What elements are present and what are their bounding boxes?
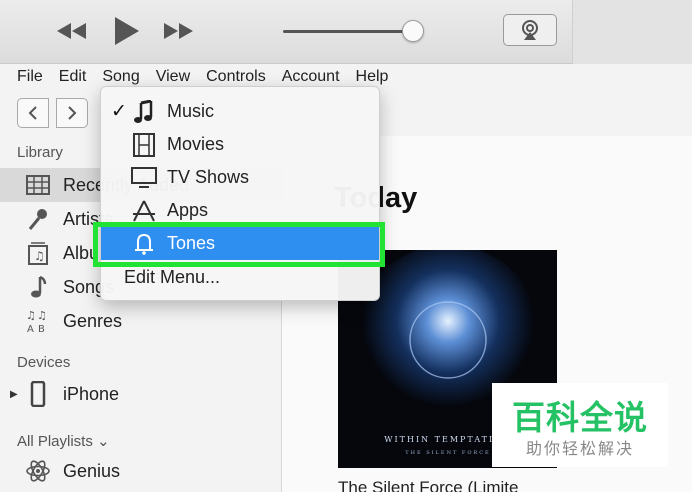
svg-text:♫: ♫ <box>34 249 45 263</box>
media-kind-dropdown: ✓ Music Movies TV Shows Apps Tones Edit … <box>100 86 380 301</box>
tv-icon <box>131 165 157 191</box>
film-icon <box>131 132 157 158</box>
dropdown-item-movies[interactable]: Movies <box>101 128 379 161</box>
sidebar-item-iphone[interactable]: ▶ iPhone <box>0 377 281 411</box>
fast-forward-button[interactable] <box>158 14 198 48</box>
album-title[interactable]: The Silent Force (Limite <box>338 478 518 492</box>
sidebar-item-genius[interactable]: Genius <box>0 454 281 488</box>
title-bar <box>0 0 692 64</box>
airplay-icon <box>522 20 538 40</box>
genius-atom-icon <box>24 457 52 485</box>
svg-text:♫: ♫ <box>37 309 47 322</box>
dropdown-item-label: TV Shows <box>167 167 250 187</box>
app-store-icon <box>131 198 157 224</box>
chevron-left-icon <box>28 106 37 120</box>
svg-text:B: B <box>38 324 45 334</box>
dropdown-item-label: Apps <box>167 200 209 220</box>
dropdown-item-music[interactable]: ✓ Music <box>101 95 379 128</box>
sidebar-item-label: Genius <box>63 460 121 481</box>
sidebar-item-label: iPhone <box>63 383 120 404</box>
album-art-subtext: THE SILENT FORCE <box>405 450 490 456</box>
genres-icon: ♫ ♫ A B <box>24 307 52 335</box>
watermark: 百科全说 助你轻松解决 <box>492 383 668 467</box>
all-playlists-header[interactable]: All Playlists ⌄ <box>17 432 110 450</box>
dropdown-item-tv-shows[interactable]: TV Shows <box>101 161 379 194</box>
play-button[interactable] <box>106 14 146 48</box>
play-icon <box>115 17 139 45</box>
rewind-button[interactable] <box>52 14 92 48</box>
library-header: Library <box>17 144 63 161</box>
status-display-area <box>572 0 692 64</box>
watermark-subtitle: 助你轻松解决 <box>525 441 634 458</box>
volume-slider-knob[interactable] <box>402 20 424 42</box>
fast-forward-icon <box>164 23 193 39</box>
airplay-button[interactable] <box>503 14 557 46</box>
sidebar-item-genres[interactable]: ♫ ♫ A B Genres <box>0 304 281 338</box>
edit-menu-item[interactable]: Edit Menu... <box>124 267 220 288</box>
dropdown-item-label: Movies <box>167 134 225 154</box>
microphone-icon <box>24 205 52 233</box>
forward-button[interactable] <box>56 98 88 128</box>
devices-header: Devices <box>17 354 71 371</box>
music-note-icon <box>24 273 52 301</box>
svg-text:A: A <box>27 324 34 334</box>
dropdown-item-label: Music <box>167 101 215 121</box>
grid-icon <box>24 171 52 199</box>
chevron-right-icon <box>68 106 77 120</box>
menu-edit[interactable]: Edit <box>51 64 95 90</box>
rewind-icon <box>57 23 86 39</box>
music-note-icon <box>131 99 157 125</box>
album-icon: ♫ <box>24 239 52 267</box>
sidebar-item-label: Genres <box>63 310 123 331</box>
volume-slider-track[interactable] <box>283 30 413 33</box>
back-button[interactable] <box>17 98 49 128</box>
iphone-icon <box>24 380 52 408</box>
checkmark-icon: ✓ <box>111 101 127 122</box>
svg-text:♫: ♫ <box>26 309 36 322</box>
tones-highlight-frame <box>93 222 385 267</box>
disclosure-triangle-icon[interactable]: ▶ <box>10 389 18 400</box>
menu-file[interactable]: File <box>0 64 51 90</box>
watermark-title: 百科全说 <box>512 399 648 436</box>
